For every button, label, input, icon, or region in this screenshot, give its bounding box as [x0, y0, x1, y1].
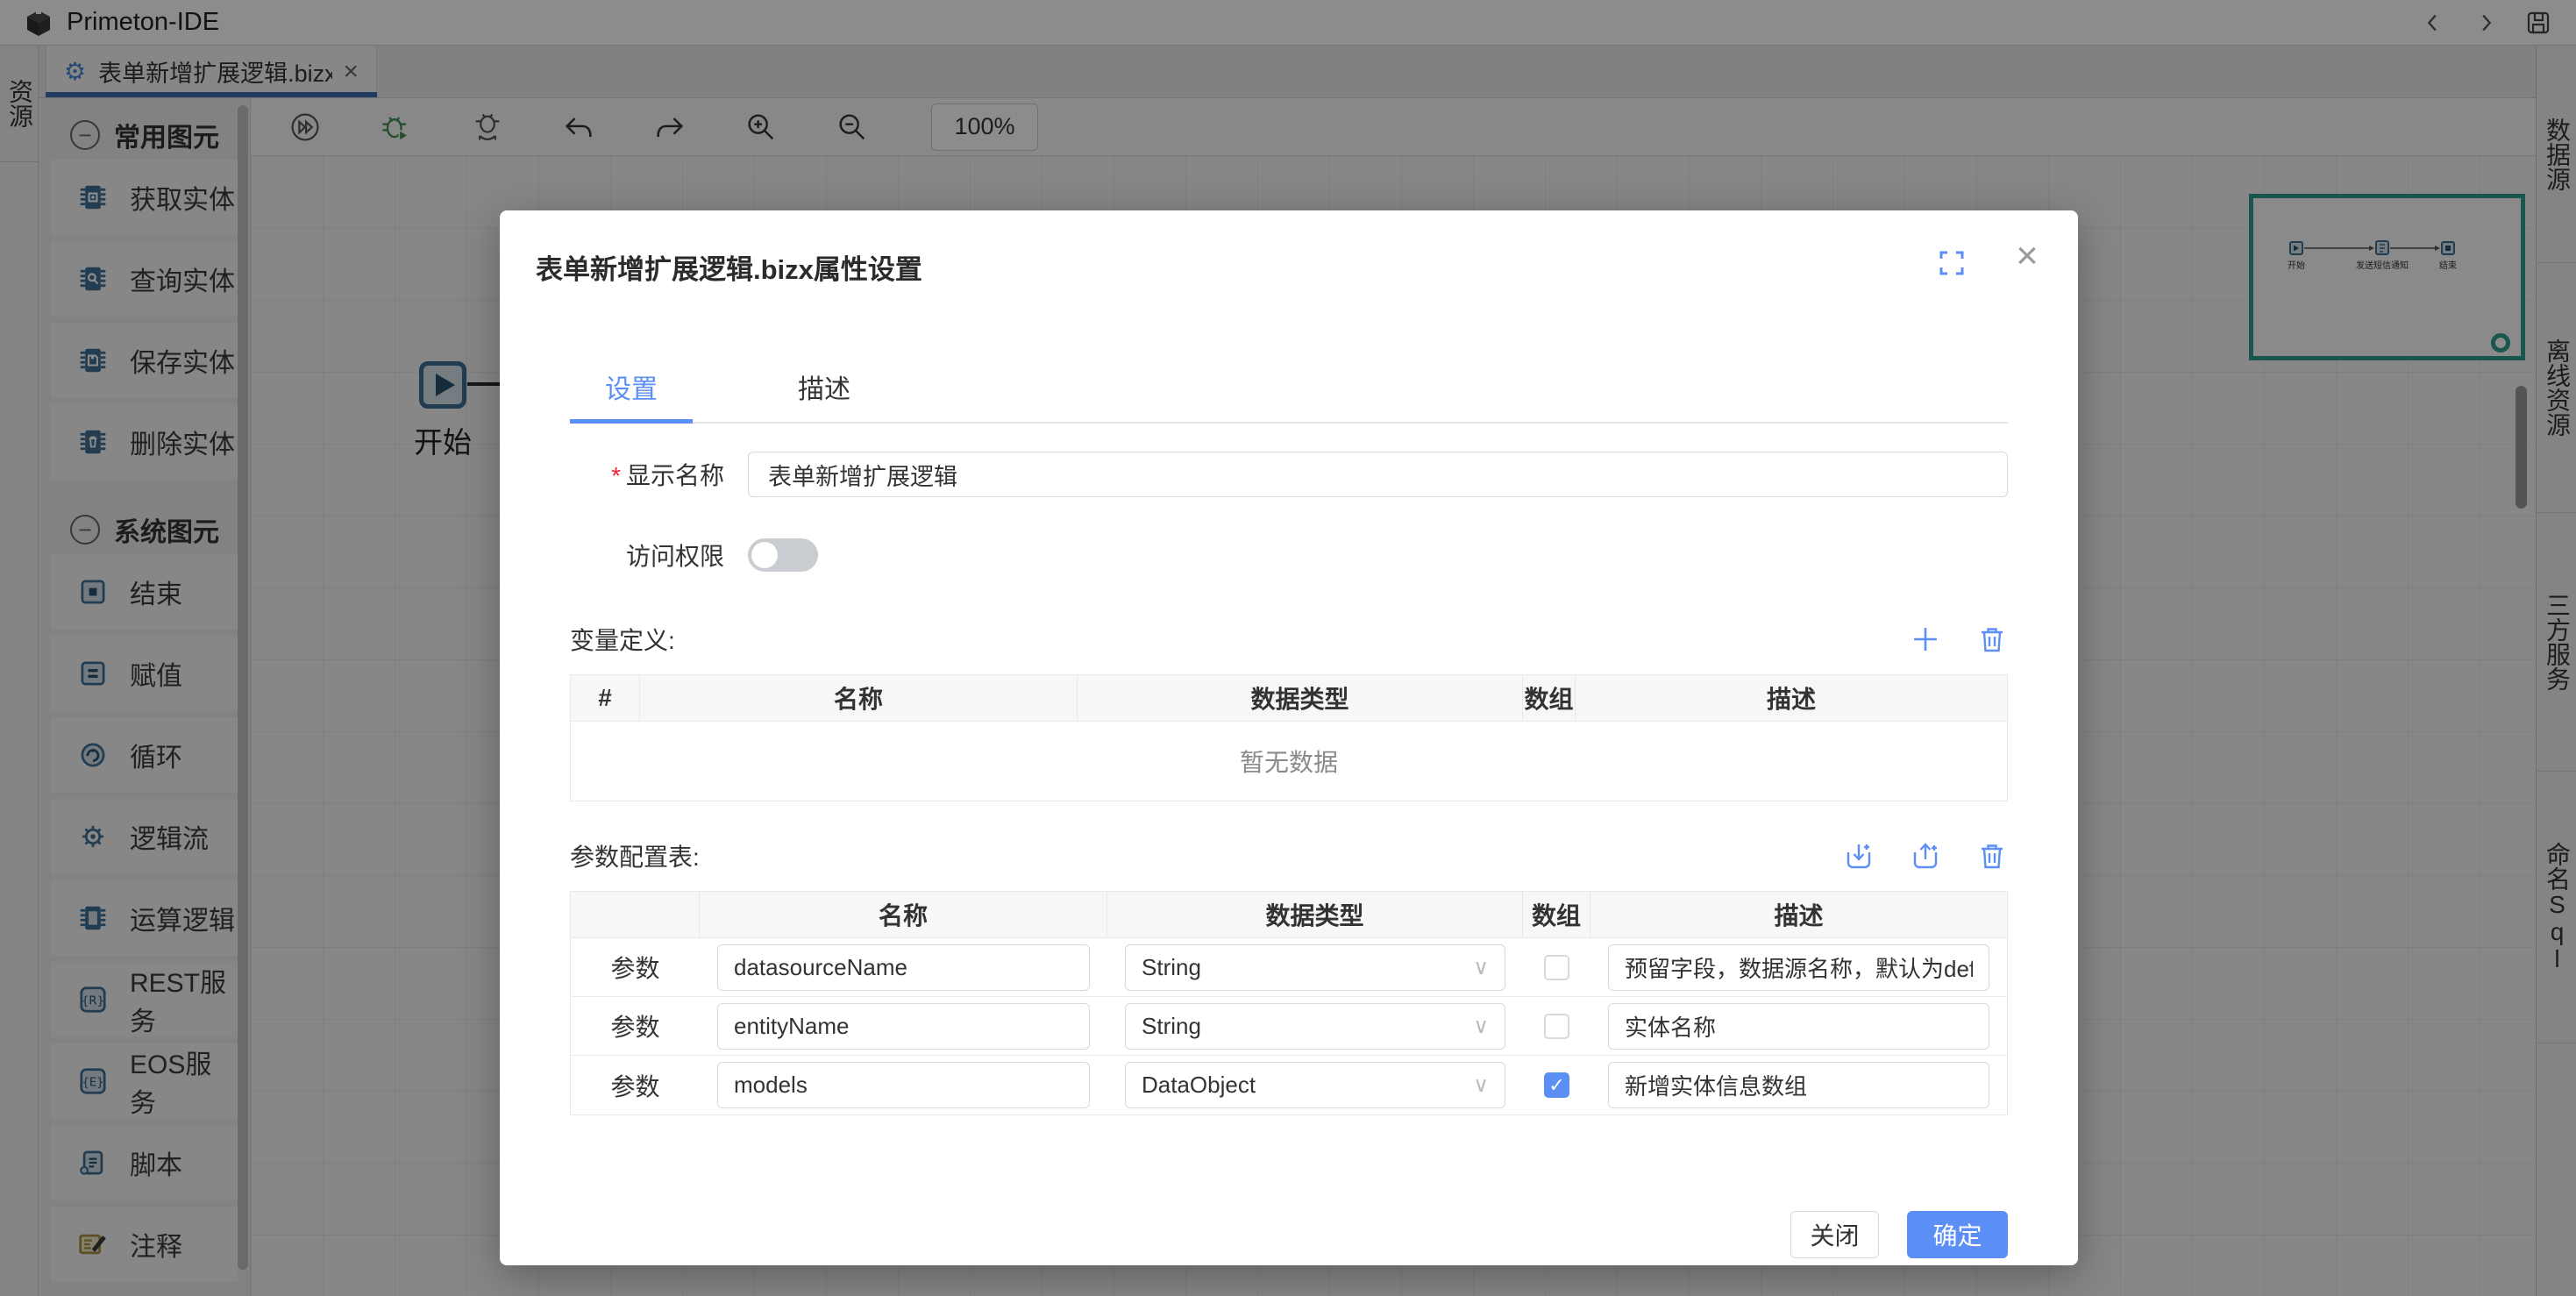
col-header-array: 数组: [1523, 892, 1590, 937]
delete-variable-icon[interactable]: [1976, 623, 2008, 655]
close-button[interactable]: 关闭: [1790, 1211, 1879, 1258]
param-name-input[interactable]: [717, 1003, 1090, 1050]
param-desc-input[interactable]: [1608, 1003, 1989, 1050]
param-kind-label: 参数: [571, 1068, 700, 1103]
chevron-down-icon: ∨: [1473, 1072, 1489, 1098]
param-name-input[interactable]: [717, 1062, 1090, 1108]
dialog-tabs: 设置 描述: [570, 364, 2008, 424]
param-array-checkbox[interactable]: ✓: [1544, 955, 1569, 980]
display-name-label: *显示名称: [570, 457, 724, 492]
param-array-checkbox[interactable]: ✓: [1544, 1014, 1569, 1039]
param-desc-input[interactable]: [1608, 1062, 1989, 1108]
param-type-select[interactable]: DataObject ∨: [1125, 1062, 1505, 1108]
display-name-input[interactable]: [748, 452, 2008, 497]
col-header-array: 数组: [1523, 675, 1576, 721]
application-window: Primeton-IDE 资源 ⚙ 表单新增扩展逻辑.bizx ×: [0, 0, 2576, 1296]
param-row-entityName: 参数 String ∨ ✓: [571, 997, 2007, 1056]
param-row-models: 参数 DataObject ∨ ✓: [571, 1056, 2007, 1114]
col-header-description: 描述: [1590, 892, 2007, 937]
empty-placeholder: 暂无数据: [571, 722, 2007, 801]
chevron-down-icon: ∨: [1473, 955, 1489, 980]
tab-settings[interactable]: 设置: [570, 364, 693, 422]
add-variable-icon[interactable]: [1910, 623, 1941, 655]
fullscreen-icon[interactable]: [1938, 249, 1966, 277]
param-array-checkbox[interactable]: ✓: [1544, 1072, 1569, 1098]
param-name-input[interactable]: [717, 944, 1090, 991]
access-toggle[interactable]: [748, 538, 818, 572]
param-desc-input[interactable]: [1608, 944, 1989, 991]
col-header-name: 名称: [700, 892, 1107, 937]
dialog-close-icon[interactable]: ×: [2008, 237, 2046, 275]
param-type-select[interactable]: String ∨: [1125, 944, 1505, 991]
params-section-label: 参数配置表:: [570, 838, 700, 873]
variables-section-label: 变量定义:: [570, 622, 675, 657]
params-table: 名称 数据类型 数组 描述 参数 String ∨ ✓ 参数: [570, 891, 2008, 1115]
param-row-datasourceName: 参数 String ∨ ✓: [571, 938, 2007, 997]
col-header-type: [571, 892, 700, 937]
param-kind-label: 参数: [571, 950, 700, 985]
param-type-select[interactable]: String ∨: [1125, 1003, 1505, 1050]
check-icon: ✓: [1548, 1076, 1564, 1095]
col-header-datatype: 数据类型: [1107, 892, 1523, 937]
dialog-title: 表单新增扩展逻辑.bizx属性设置: [536, 247, 2043, 287]
col-header-index: #: [571, 675, 640, 721]
tab-description[interactable]: 描述: [763, 364, 886, 422]
col-header-datatype: 数据类型: [1078, 675, 1523, 721]
import-params-icon[interactable]: [1843, 840, 1875, 872]
access-permission-label: 访问权限: [570, 538, 724, 573]
delete-param-icon[interactable]: [1976, 840, 2008, 872]
toggle-knob: [751, 542, 778, 568]
chevron-down-icon: ∨: [1473, 1014, 1489, 1039]
properties-dialog: 表单新增扩展逻辑.bizx属性设置 × 设置 描述 *显示名称 访问权限: [500, 210, 2078, 1265]
param-kind-label: 参数: [571, 1008, 700, 1043]
col-header-description: 描述: [1576, 675, 2007, 721]
export-params-icon[interactable]: [1910, 840, 1941, 872]
col-header-name: 名称: [640, 675, 1078, 721]
required-mark: *: [611, 462, 621, 489]
variables-table: # 名称 数据类型 数组 描述 暂无数据: [570, 674, 2008, 801]
ok-button[interactable]: 确定: [1907, 1211, 2008, 1258]
